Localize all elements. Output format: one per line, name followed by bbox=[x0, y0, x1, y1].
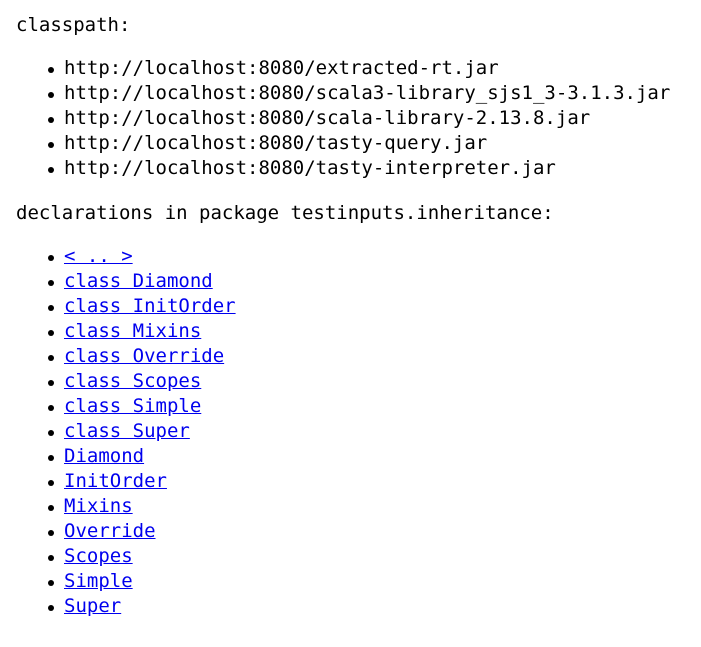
declaration-link[interactable]: Super bbox=[64, 595, 121, 617]
declaration-item: class Override bbox=[48, 344, 685, 369]
declaration-item: class Diamond bbox=[48, 269, 685, 294]
declaration-link[interactable]: class InitOrder bbox=[64, 295, 236, 317]
declaration-link[interactable]: class Override bbox=[64, 345, 224, 367]
declaration-link[interactable]: class Mixins bbox=[64, 320, 201, 342]
parent-package-link[interactable]: < .. > bbox=[64, 245, 133, 267]
declaration-link[interactable]: Diamond bbox=[64, 445, 144, 467]
classpath-heading: classpath: bbox=[16, 14, 131, 36]
declarations-list: < .. > class Diamond class InitOrder cla… bbox=[16, 244, 685, 619]
declarations-heading: declarations in package testinputs.inher… bbox=[16, 202, 554, 224]
declaration-item: class Mixins bbox=[48, 319, 685, 344]
declaration-link[interactable]: class Super bbox=[64, 420, 190, 442]
declaration-item: Scopes bbox=[48, 544, 685, 569]
declaration-item: class Scopes bbox=[48, 369, 685, 394]
declaration-link[interactable]: Override bbox=[64, 520, 156, 542]
classpath-list: http://localhost:8080/extracted-rt.jar h… bbox=[16, 56, 685, 181]
declaration-link[interactable]: Mixins bbox=[64, 495, 133, 517]
declaration-item: class Simple bbox=[48, 394, 685, 419]
classpath-item: http://localhost:8080/scala-library-2.13… bbox=[48, 106, 685, 131]
classpath-item: http://localhost:8080/scala3-library_sjs… bbox=[48, 81, 685, 106]
declaration-item: < .. > bbox=[48, 244, 685, 269]
declaration-item: Override bbox=[48, 519, 685, 544]
classpath-item: http://localhost:8080/tasty-query.jar bbox=[48, 131, 685, 156]
declaration-item: Simple bbox=[48, 569, 685, 594]
declaration-item: class InitOrder bbox=[48, 294, 685, 319]
declaration-item: Mixins bbox=[48, 494, 685, 519]
classpath-item: http://localhost:8080/tasty-interpreter.… bbox=[48, 156, 685, 181]
declaration-link[interactable]: class Scopes bbox=[64, 370, 201, 392]
declaration-link[interactable]: InitOrder bbox=[64, 470, 167, 492]
declaration-item: Diamond bbox=[48, 444, 685, 469]
classpath-item: http://localhost:8080/extracted-rt.jar bbox=[48, 56, 685, 81]
declaration-link[interactable]: class Diamond bbox=[64, 270, 213, 292]
declaration-item: Super bbox=[48, 594, 685, 619]
page: classpath: http://localhost:8080/extract… bbox=[0, 0, 701, 647]
declaration-link[interactable]: class Simple bbox=[64, 395, 201, 417]
declaration-link[interactable]: Scopes bbox=[64, 545, 133, 567]
declaration-item: InitOrder bbox=[48, 469, 685, 494]
declaration-item: class Super bbox=[48, 419, 685, 444]
declaration-link[interactable]: Simple bbox=[64, 570, 133, 592]
